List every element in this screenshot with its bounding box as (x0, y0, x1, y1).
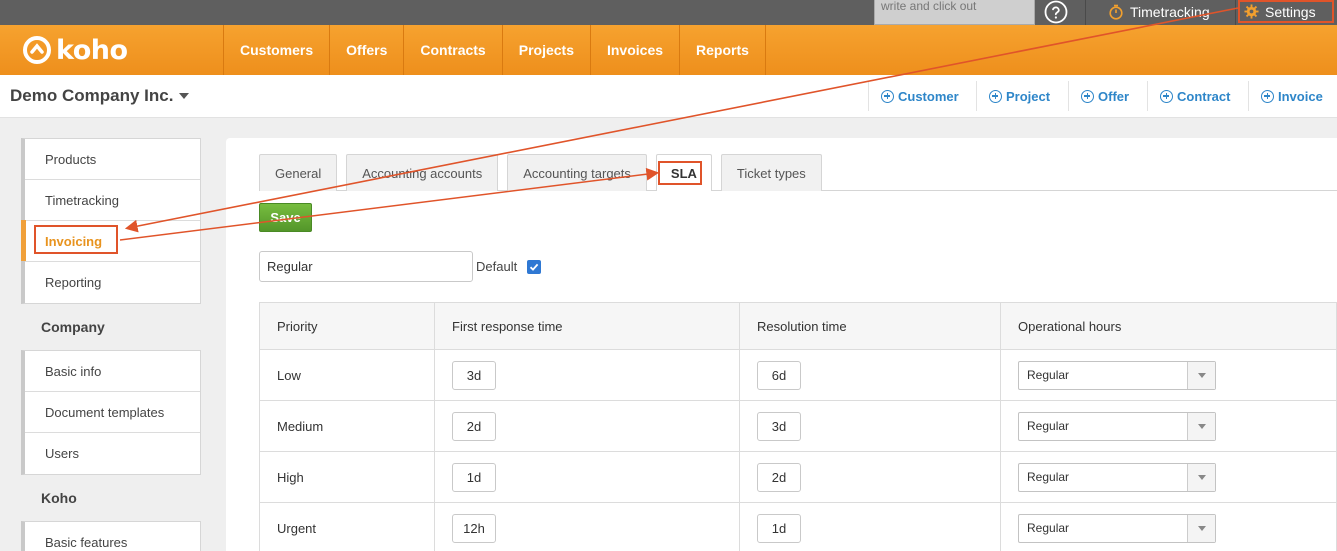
settings-tabs: General Accounting accounts Accounting t… (259, 154, 822, 191)
select-value: Regular (1027, 368, 1070, 382)
table-row: Low 3d 6d Regular (259, 349, 1337, 401)
select-value: Regular (1027, 521, 1070, 535)
resolution-input[interactable]: 2d (757, 462, 801, 492)
sidebar-item-timetracking[interactable]: Timetracking (25, 180, 200, 221)
koho-logo[interactable]: koho (22, 34, 128, 66)
column-header-operational-hours: Operational hours (1000, 302, 1337, 350)
nav-item-reports[interactable]: Reports (679, 25, 766, 75)
quick-add-contract-button[interactable]: Contract (1147, 81, 1230, 111)
column-header-priority: Priority (259, 302, 435, 350)
quick-add-project-button[interactable]: Project (976, 81, 1050, 111)
resolution-input[interactable]: 1d (757, 513, 801, 543)
default-label: Default (476, 259, 518, 274)
nav-item-customers[interactable]: Customers (223, 25, 329, 75)
first-response-input[interactable]: 2d (452, 411, 496, 441)
koho-logo-icon (23, 36, 51, 64)
nav-item-invoices[interactable]: Invoices (589, 25, 679, 75)
plus-circle-icon (1081, 89, 1094, 103)
select-arrow-icon (1187, 463, 1215, 491)
table-header-row: Priority First response time Resolution … (259, 302, 1337, 350)
plus-circle-icon (1261, 89, 1274, 103)
caret-down-icon (179, 93, 190, 99)
top-search-input[interactable]: write and click out (874, 0, 1035, 25)
nav-item-offers[interactable]: Offers (329, 25, 403, 75)
first-response-input[interactable]: 12h (452, 513, 496, 543)
table-row: Medium 2d 3d Regular (259, 400, 1337, 452)
quick-add-label: Invoice (1278, 88, 1323, 104)
annotation-highlight-invoicing (34, 225, 118, 254)
annotation-highlight-sla (658, 161, 702, 185)
quick-add-customer-button[interactable]: Customer (868, 81, 959, 111)
sidebar-item-basic-info[interactable]: Basic info (25, 351, 200, 392)
resolution-input[interactable]: 3d (757, 411, 801, 441)
nav-item-projects[interactable]: Projects (501, 25, 590, 75)
settings-label: Settings (1265, 3, 1316, 20)
operational-hours-select[interactable]: Regular (1018, 462, 1216, 492)
timetracking-label: Timetracking (1130, 4, 1210, 20)
sidebar-item-reporting[interactable]: Reporting (25, 262, 200, 303)
gear-icon (1244, 4, 1259, 19)
operational-hours-select[interactable]: Regular (1018, 360, 1216, 390)
sidebar-heading-koho: Koho (41, 490, 77, 506)
sidebar-active-indicator (21, 220, 26, 261)
help-icon[interactable] (1043, 0, 1069, 24)
toolbar-divider (1085, 0, 1086, 25)
nav-item-contracts[interactable]: Contracts (403, 25, 501, 75)
quick-add-label: Project (1006, 88, 1051, 104)
sidebar-item-products[interactable]: Products (25, 139, 200, 180)
quick-add-label: Contract (1177, 88, 1231, 104)
select-arrow-icon (1187, 361, 1215, 389)
tab-accounting-accounts[interactable]: Accounting accounts (346, 154, 499, 191)
toolbar-divider (1235, 0, 1236, 25)
settings-button[interactable]: Settings (1238, 0, 1334, 23)
save-button[interactable]: Save (259, 203, 312, 232)
priority-cell: Medium (259, 400, 435, 452)
sidebar-heading-company: Company (41, 319, 105, 335)
company-header: Demo Company Inc. Customer Project Offer… (0, 75, 1337, 118)
tab-accounting-targets[interactable]: Accounting targets (507, 154, 647, 191)
priority-cell: High (259, 451, 435, 503)
column-header-resolution: Resolution time (739, 302, 1001, 350)
column-header-first-response: First response time (434, 302, 740, 350)
tab-general[interactable]: General (259, 154, 338, 191)
plus-circle-icon (881, 89, 894, 103)
select-arrow-icon (1187, 412, 1215, 440)
first-response-input[interactable]: 3d (452, 360, 496, 390)
select-value: Regular (1027, 419, 1070, 433)
tab-ticket-types[interactable]: Ticket types (720, 154, 822, 191)
sla-table: Priority First response time Resolution … (259, 302, 1337, 551)
resolution-input[interactable]: 6d (757, 360, 801, 390)
checkmark-icon (529, 263, 539, 271)
quick-add-label: Offer (1098, 88, 1130, 104)
company-name: Demo Company Inc. (10, 86, 174, 105)
default-checkbox[interactable] (527, 260, 541, 274)
sidebar-item-document-templates[interactable]: Document templates (25, 392, 200, 433)
stopwatch-icon (1109, 4, 1123, 20)
select-value: Regular (1027, 470, 1070, 484)
nav-menu: Customers Offers Contracts Projects Invo… (223, 25, 766, 75)
select-arrow-icon (1187, 514, 1215, 542)
quick-add-invoice-button[interactable]: Invoice (1248, 81, 1323, 111)
company-selector[interactable]: Demo Company Inc. (10, 86, 190, 106)
logo-text: koho (56, 34, 128, 66)
koho-sidebar-group: Basic features (21, 521, 201, 551)
priority-cell: Urgent (259, 502, 435, 551)
table-row: High 1d 2d Regular (259, 451, 1337, 503)
sidebar-item-users[interactable]: Users (25, 433, 200, 474)
operational-hours-select[interactable]: Regular (1018, 513, 1216, 543)
quick-add-label: Customer (898, 88, 959, 104)
plus-circle-icon (1160, 89, 1173, 103)
settings-sidebar-group: Products Timetracking Invoicing Reportin… (21, 138, 201, 304)
company-sidebar-group: Basic info Document templates Users (21, 350, 201, 475)
plus-circle-icon (989, 89, 1002, 103)
quick-add-offer-button[interactable]: Offer (1068, 81, 1129, 111)
first-response-input[interactable]: 1d (452, 462, 496, 492)
sla-name-input[interactable] (259, 251, 473, 282)
main-navbar: koho Customers Offers Contracts Projects… (0, 25, 1337, 75)
table-row: Urgent 12h 1d Regular (259, 502, 1337, 551)
sidebar-item-basic-features[interactable]: Basic features (25, 522, 200, 551)
operational-hours-select[interactable]: Regular (1018, 411, 1216, 441)
timetracking-button[interactable]: Timetracking (1108, 0, 1210, 24)
priority-cell: Low (259, 349, 435, 401)
